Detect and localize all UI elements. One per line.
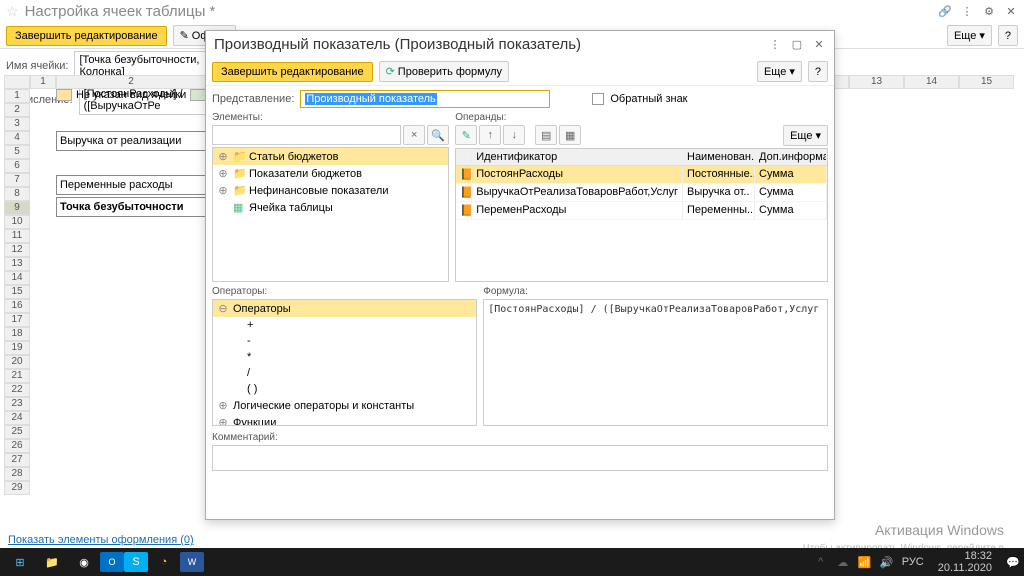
- derived-indicator-dialog: Производный показатель (Производный пока…: [205, 30, 835, 520]
- tray-notifications-icon[interactable]: 💬: [1006, 555, 1020, 569]
- settings-icon[interactable]: ⚙: [982, 5, 996, 19]
- dialog-close-icon[interactable]: ✕: [812, 38, 826, 52]
- op-minus[interactable]: -: [213, 333, 476, 349]
- representation-input[interactable]: Производный показатель: [300, 90, 550, 108]
- view-mode-1-button[interactable]: ▤: [535, 125, 557, 145]
- reverse-sign-checkbox[interactable]: [592, 93, 604, 105]
- tree-table-cell[interactable]: ▦Ячейка таблицы: [213, 199, 448, 216]
- operands-more-button[interactable]: Еще ▾: [783, 125, 828, 146]
- taskbar[interactable]: ⊞ 📁 ◉ O S ◔ W ^ ☁ 📶 🔊 РУС 18:32 20.11.20…: [0, 548, 1024, 576]
- op-div[interactable]: /: [213, 365, 476, 381]
- operands-table[interactable]: ИдентификаторНаименован..Доп.информаци 📙…: [455, 148, 828, 282]
- file-explorer-icon[interactable]: 📁: [36, 550, 68, 574]
- op-parens[interactable]: ( ): [213, 381, 476, 397]
- comment-input[interactable]: [212, 445, 828, 471]
- dlg-finish-editing-button[interactable]: Завершить редактирование: [212, 62, 373, 82]
- tree-nonfinancial[interactable]: ⊕📁Нефинансовые показатели: [213, 182, 448, 199]
- check-formula-button[interactable]: ⟳Проверить формулу: [379, 61, 509, 82]
- elements-label: Элементы:: [212, 112, 449, 123]
- word-icon[interactable]: W: [180, 552, 204, 572]
- menu-dots-icon[interactable]: ⋮: [960, 5, 974, 19]
- dlg-more-button[interactable]: Еще ▾: [757, 61, 802, 82]
- windows-activation-title: Активация Windows: [875, 522, 1004, 538]
- tray-network-icon[interactable]: 📶: [858, 555, 872, 569]
- close-window-icon[interactable]: ✕: [1004, 5, 1018, 19]
- operands-label: Операнды:: [455, 112, 828, 123]
- tray-volume-icon[interactable]: 🔊: [880, 555, 894, 569]
- formula-textarea[interactable]: [ПостоянРасходы] / ([ВыручкаОтРеализаТов…: [483, 299, 828, 426]
- operand-row-0[interactable]: 📙ПостоянРасходыПостоянные..Сумма: [456, 166, 827, 184]
- show-design-elements-link[interactable]: Показать элементы оформления (0): [8, 534, 194, 546]
- cell-name-label: Имя ячейки:: [6, 60, 68, 72]
- help-button[interactable]: ?: [998, 25, 1018, 46]
- link-icon[interactable]: 🔗: [938, 5, 952, 19]
- move-down-button[interactable]: ↓: [503, 125, 525, 145]
- dlg-help-button[interactable]: ?: [808, 61, 828, 82]
- operand-row-1[interactable]: 📙ВыручкаОтРеализаТоваровРабот,УслугВыруч…: [456, 184, 827, 202]
- operators-tree[interactable]: ⊖Операторы + - * / ( ) ⊕Логические опера…: [212, 299, 477, 426]
- operators-label: Операторы:: [212, 286, 477, 297]
- reverse-sign-label: Обратный знак: [610, 93, 687, 105]
- clear-search-button[interactable]: ×: [403, 125, 425, 145]
- favorite-star-icon[interactable]: ☆: [6, 3, 19, 20]
- representation-label: Представление:: [212, 93, 294, 105]
- tray-up-icon[interactable]: ^: [814, 555, 828, 569]
- tree-budget-indicators[interactable]: ⊕📁Показатели бюджетов: [213, 165, 448, 182]
- page-title: Настройка ячеек таблицы *: [25, 3, 216, 20]
- dialog-maximize-icon[interactable]: ▢: [790, 38, 804, 52]
- edit-operand-button[interactable]: ✎: [455, 125, 477, 145]
- finish-editing-button[interactable]: Завершить редактирование: [6, 26, 167, 46]
- op-plus[interactable]: +: [213, 317, 476, 333]
- operators-funcs[interactable]: ⊕Функции: [213, 414, 476, 426]
- chrome-icon[interactable]: ◉: [68, 550, 100, 574]
- onec-icon[interactable]: ◔: [148, 550, 180, 574]
- start-button[interactable]: ⊞: [4, 550, 36, 574]
- comment-label: Комментарий:: [212, 432, 828, 443]
- legend: Не указан вид ячейки: [56, 89, 206, 101]
- tree-budget-items[interactable]: ⊕📁Статьи бюджетов: [213, 148, 448, 165]
- row-9-label[interactable]: Точка безубыточности: [56, 197, 206, 217]
- row-8-label[interactable]: Переменные расходы: [56, 175, 206, 195]
- tray-language[interactable]: РУС: [902, 556, 924, 568]
- operands-header: ИдентификаторНаименован..Доп.информаци: [456, 149, 827, 166]
- pencil-icon: ✎: [180, 29, 189, 42]
- check-icon: ⟳: [386, 65, 395, 78]
- formula-label: Формула:: [483, 286, 828, 297]
- view-mode-2-button[interactable]: ▦: [559, 125, 581, 145]
- search-button[interactable]: 🔍: [427, 125, 449, 145]
- row-headers: 12345 6789 10111213141516171819202122232…: [4, 75, 30, 528]
- elements-search-input[interactable]: [212, 125, 401, 145]
- row-6-label[interactable]: Выручка от реализации: [56, 131, 206, 151]
- operand-row-2[interactable]: 📙ПеременРасходыПеременны..Сумма: [456, 202, 827, 220]
- dialog-title: Производный показатель (Производный пока…: [214, 36, 581, 53]
- move-up-button[interactable]: ↑: [479, 125, 501, 145]
- tray-cloud-icon[interactable]: ☁: [836, 555, 850, 569]
- operators-root[interactable]: ⊖Операторы: [213, 300, 476, 317]
- tray-clock[interactable]: 18:32 20.11.2020: [932, 550, 998, 574]
- skype-icon[interactable]: S: [124, 552, 148, 572]
- operators-logic[interactable]: ⊕Логические операторы и константы: [213, 397, 476, 414]
- outlook-icon[interactable]: O: [100, 552, 124, 572]
- dialog-menu-icon[interactable]: ⋮: [768, 38, 782, 52]
- op-mult[interactable]: *: [213, 349, 476, 365]
- elements-tree[interactable]: ⊕📁Статьи бюджетов ⊕📁Показатели бюджетов …: [212, 147, 449, 282]
- more-button[interactable]: Еще ▾: [947, 25, 992, 46]
